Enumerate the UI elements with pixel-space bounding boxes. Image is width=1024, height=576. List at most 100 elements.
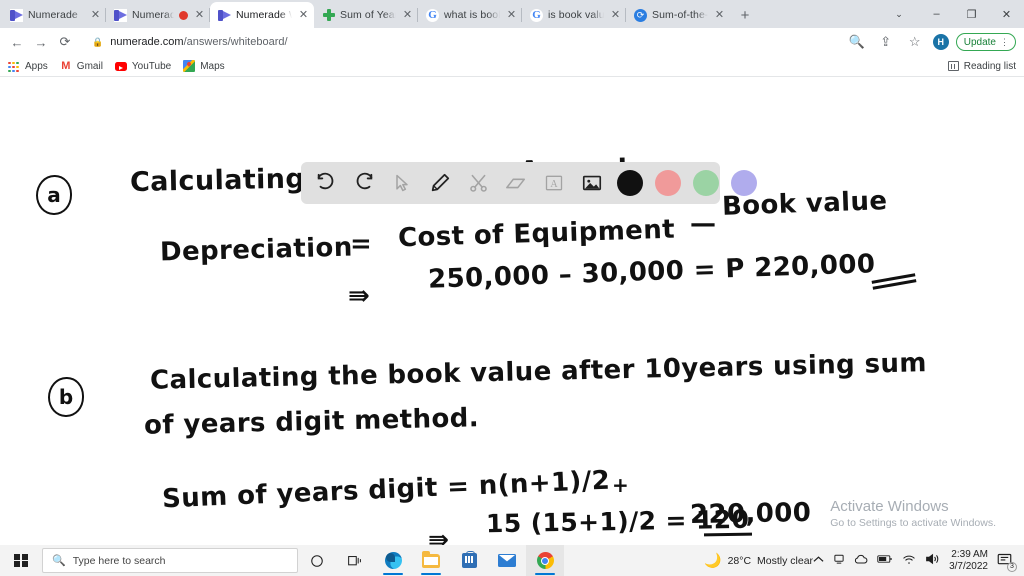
lock-icon: 🔒	[92, 36, 104, 47]
numerade-icon	[114, 8, 127, 22]
cortana-icon[interactable]	[298, 545, 336, 576]
bookmarks-bar: Apps M Gmail YouTube Maps Reading list	[0, 56, 1024, 77]
close-icon[interactable]: ✕	[89, 9, 102, 21]
pen-icon[interactable]	[427, 170, 453, 196]
task-view-icon[interactable]	[336, 545, 374, 576]
cursor-icon[interactable]	[389, 170, 415, 196]
kebab-menu-icon[interactable]: ⋮	[1000, 37, 1009, 48]
mail-envelope-icon	[498, 554, 516, 567]
image-icon[interactable]	[579, 170, 605, 196]
onedrive-sync-icon[interactable]	[833, 553, 845, 568]
search-icon[interactable]: 🔍	[846, 31, 868, 53]
cloud-icon[interactable]	[854, 554, 868, 568]
drawing-toolbar: A	[301, 162, 757, 204]
handwriting-a-underline	[871, 273, 917, 290]
screen-root: Numerade ✕ Numerade ✕ Numerade Whiteboar…	[0, 0, 1024, 576]
youtube-icon	[114, 62, 127, 72]
color-black-swatch[interactable]	[617, 170, 643, 196]
start-button[interactable]	[2, 545, 40, 576]
color-purple-swatch[interactable]	[731, 170, 757, 196]
handwriting-b-line2: of years digit method.	[143, 403, 480, 441]
close-icon[interactable]: ✕	[713, 9, 726, 21]
numerade-icon	[218, 8, 231, 22]
redo-icon[interactable]	[351, 170, 377, 196]
close-window-button[interactable]: ✕	[989, 0, 1024, 28]
wifi-icon[interactable]	[902, 554, 916, 568]
tab-title: Sum-of-the-Years	[652, 9, 708, 21]
handwriting-a-line1: Calculating t	[129, 162, 329, 199]
browser-tab-1[interactable]: Numerade ✕	[2, 2, 106, 28]
search-icon: 🔍	[52, 555, 66, 567]
chevron-down-icon[interactable]: ⌄	[879, 0, 919, 28]
bookmark-apps[interactable]: Apps	[8, 60, 48, 73]
weather-temperature: 28°C	[727, 554, 752, 567]
gmail-icon: M	[61, 60, 71, 72]
volume-icon[interactable]	[925, 553, 940, 568]
green-plus-icon	[322, 9, 335, 22]
close-icon[interactable]: ✕	[193, 9, 206, 21]
update-button[interactable]: Update ⋮	[955, 33, 1016, 51]
windows-logo-icon	[14, 553, 28, 568]
microsoft-store-icon[interactable]	[450, 545, 488, 576]
windows-taskbar: 🔍 Type here to search 🌙 28°C Mostly clea…	[0, 545, 1024, 576]
close-icon[interactable]: ✕	[505, 9, 518, 21]
bookmark-gmail[interactable]: M Gmail	[60, 60, 103, 72]
bookmark-label: YouTube	[131, 60, 172, 72]
avatar[interactable]: H	[932, 34, 949, 50]
browser-tab-2[interactable]: Numerade ✕	[106, 2, 210, 28]
eraser-icon[interactable]	[503, 170, 529, 196]
handwriting-a-depreciation: Depreciation	[159, 232, 354, 268]
tab-title: Sum of Years Digit	[340, 9, 396, 21]
taskbar-weather-widget[interactable]: 🌙 28°C Mostly clear	[704, 552, 813, 569]
chrome-icon[interactable]	[526, 545, 564, 576]
browser-tab-5[interactable]: G what is book value ✕	[418, 2, 522, 28]
taskbar-search-input[interactable]: 🔍 Type here to search	[42, 548, 298, 573]
forward-icon[interactable]: →	[30, 31, 52, 53]
maximize-button[interactable]: ❐	[954, 0, 989, 28]
bookmark-label: Maps	[200, 60, 225, 72]
bookmark-label: Gmail	[76, 60, 103, 72]
color-pink-swatch[interactable]	[655, 170, 681, 196]
edge-icon[interactable]	[374, 545, 412, 576]
new-tab-button[interactable]: +	[732, 2, 758, 28]
battery-icon[interactable]	[877, 554, 893, 567]
address-bar[interactable]: 🔒 numerade.com/answers/whiteboard/	[84, 31, 844, 53]
omnibox-actions: 🔍 ⇪ ☆ H Update ⋮	[846, 31, 1018, 53]
recording-indicator-icon	[179, 10, 188, 20]
mail-icon[interactable]	[488, 545, 526, 576]
scissors-icon[interactable]	[465, 170, 491, 196]
text-icon[interactable]: A	[541, 170, 567, 196]
share-icon[interactable]: ⇪	[875, 31, 897, 53]
browser-tab-6[interactable]: G is book value also ✕	[522, 2, 626, 28]
notification-icon[interactable]: 3	[997, 553, 1017, 572]
chrome-logo	[536, 552, 554, 569]
activate-windows-subtitle: Go to Settings to activate Windows.	[830, 517, 996, 529]
handwriting-a-cost-of-equipment: Cost of Equipment	[397, 214, 676, 254]
url-path: /answers/whiteboard/	[183, 36, 288, 48]
bookmark-maps[interactable]: Maps	[183, 60, 225, 72]
tab-title: Numerade Whiteboard	[236, 9, 292, 21]
close-icon[interactable]: ✕	[609, 9, 622, 21]
browser-tab-3-active[interactable]: Numerade Whiteboard ✕	[210, 2, 314, 28]
reading-list-icon	[947, 61, 959, 71]
whiteboard-canvas[interactable]: a Calculating t Annual Depreciation = Co…	[0, 77, 1024, 545]
taskbar-clock[interactable]: 2:39 AM 3/7/2022	[949, 549, 988, 573]
tab-title: Numerade	[132, 9, 174, 21]
browser-toolbar: ← → ⟳ 🔒 numerade.com/answers/whiteboard/…	[0, 28, 1024, 56]
sync-icon: ⟳	[634, 8, 647, 22]
bookmark-youtube[interactable]: YouTube	[114, 60, 172, 72]
reload-icon[interactable]: ⟳	[54, 31, 76, 53]
show-hidden-icons-icon[interactable]	[813, 555, 824, 567]
color-green-swatch[interactable]	[693, 170, 719, 196]
browser-tab-7[interactable]: ⟳ Sum-of-the-Years ✕	[626, 2, 730, 28]
back-icon[interactable]: ←	[6, 31, 28, 53]
minimize-button[interactable]: –	[919, 0, 954, 28]
browser-tab-4[interactable]: Sum of Years Digit ✕	[314, 2, 418, 28]
close-icon[interactable]: ✕	[401, 9, 414, 21]
reading-list-button[interactable]: Reading list	[947, 61, 1016, 72]
file-explorer-icon[interactable]	[412, 545, 450, 576]
close-icon[interactable]: ✕	[297, 9, 310, 21]
bookmark-star-icon[interactable]: ☆	[904, 31, 926, 53]
undo-icon[interactable]	[313, 170, 339, 196]
google-icon: G	[426, 8, 439, 22]
